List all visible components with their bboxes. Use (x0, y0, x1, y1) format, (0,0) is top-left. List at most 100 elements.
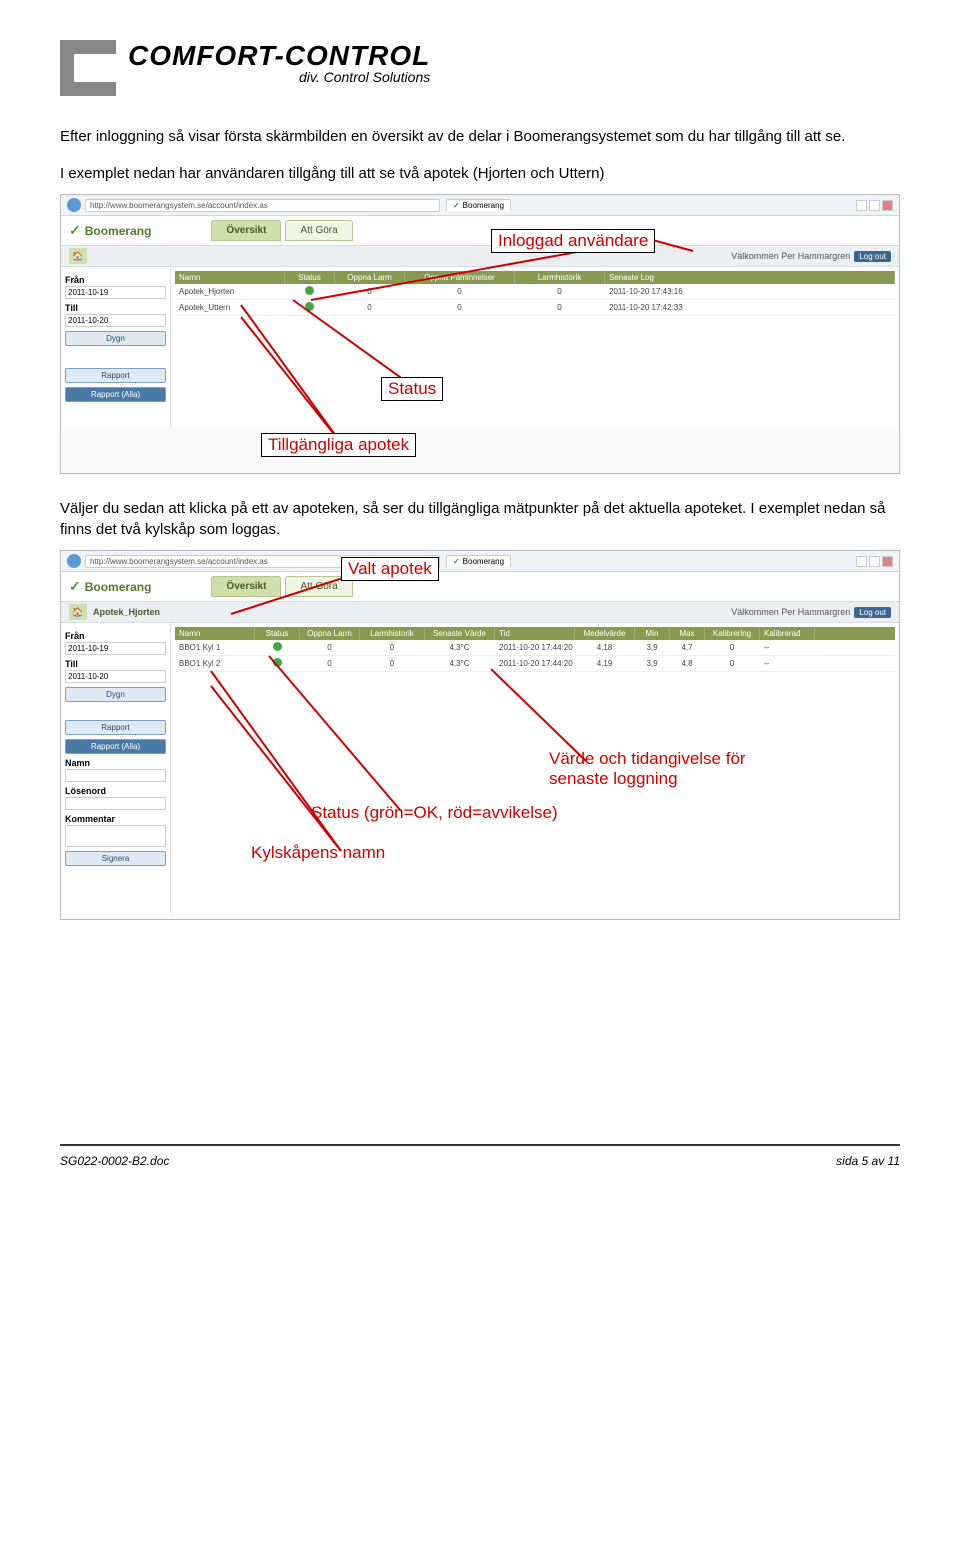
annotation-status: Status (381, 377, 443, 401)
logo-main: COMFORT-CONTROL (128, 40, 430, 72)
col-log: Senaste Log (605, 271, 895, 284)
col: Min (635, 627, 670, 640)
welcome-text: Välkommen Per Hammargren (731, 607, 850, 617)
label-fran: Från (65, 631, 166, 641)
address-bar[interactable]: http://www.boomerangsystem.se/account/in… (85, 199, 440, 212)
home-icon[interactable]: 🏠 (69, 604, 87, 620)
cell: 0 (515, 301, 605, 314)
cell: 3,9 (635, 641, 670, 654)
cell: 4,8 (670, 657, 705, 670)
back-icon[interactable] (67, 198, 81, 212)
cell: -- (760, 641, 815, 654)
cell: 0 (360, 641, 425, 654)
input-till[interactable]: 2011-10-20 (65, 670, 166, 683)
logout-button[interactable]: Log out (854, 251, 891, 262)
cell: 3,9 (635, 657, 670, 670)
label-till: Till (65, 303, 166, 313)
input-fran[interactable]: 2011-10-19 (65, 286, 166, 299)
button-rapportalla[interactable]: Rapport (Alla) (65, 739, 166, 754)
cell: 2011-10-20 17:44:20 (495, 641, 575, 654)
label-fran: Från (65, 275, 166, 285)
tab-oversikt[interactable]: Översikt (211, 220, 281, 241)
col: Oppna Larm (300, 627, 360, 640)
cell: 2011-10-20 17:42:33 (605, 301, 895, 314)
status-dot-icon (305, 286, 314, 295)
label-namn: Namn (65, 758, 166, 768)
input-till[interactable]: 2011-10-20 (65, 314, 166, 327)
table-row[interactable]: Apotek_Uttern 0 0 0 2011-10-20 17:42:33 (175, 300, 895, 316)
cell: 0 (705, 641, 760, 654)
screenshot-2: http://www.boomerangsystem.se/account/in… (60, 550, 900, 920)
button-rapportalla[interactable]: Rapport (Alla) (65, 387, 166, 402)
window-controls[interactable] (856, 556, 893, 567)
cell: 4,3°C (425, 641, 495, 654)
input-fran[interactable]: 2011-10-19 (65, 642, 166, 655)
check-icon: ✓ (69, 578, 81, 595)
cell: 4,7 (670, 641, 705, 654)
sidebar: Från 2011-10-19 Till 2011-10-20 Dygn Rap… (61, 267, 171, 427)
annotation-varde: Värde och tidangivelse för senaste loggn… (549, 749, 746, 788)
sidebar: Från 2011-10-19 Till 2011-10-20 Dygn Rap… (61, 623, 171, 913)
col-status: Status (285, 271, 335, 284)
button-rapport[interactable]: Rapport (65, 368, 166, 383)
cell: 2011-10-20 17:43:16 (605, 285, 895, 298)
annotation-status2: Status (grön=OK, röd=avvikelse) (311, 803, 558, 822)
check-icon: ✓ (69, 222, 81, 239)
input-namn[interactable] (65, 769, 166, 782)
check-icon: ✓ (453, 201, 460, 210)
table-row[interactable]: Apotek_Hjorten 0 0 0 2011-10-20 17:43:16 (175, 284, 895, 300)
col: Senaste Värde (425, 627, 495, 640)
cell: BBO1 Kyl 2 (175, 657, 255, 670)
col: Kalibrerad (760, 627, 815, 640)
logo-mark (60, 40, 116, 96)
cell: BBO1 Kyl 1 (175, 641, 255, 654)
col: Tid (495, 627, 575, 640)
annotation-apotek: Tillgängliga apotek (261, 433, 416, 457)
cell: 0 (300, 641, 360, 654)
col: Status (255, 627, 300, 640)
browser-tab[interactable]: ✓Boomerang (446, 199, 511, 211)
screenshot-1: http://www.boomerangsystem.se/account/in… (60, 194, 900, 474)
status-dot-icon (305, 302, 314, 311)
grid-1: Namn Status Oppna Larm Oppna Påminnelser… (171, 267, 899, 427)
cell: 0 (515, 285, 605, 298)
browser-toolbar: http://www.boomerangsystem.se/account/in… (61, 195, 899, 216)
brand-logo: COMFORT-CONTROL div. Control Solutions (60, 40, 900, 96)
logout-button[interactable]: Log out (854, 607, 891, 618)
col-pamin: Oppna Påminnelser (405, 271, 515, 284)
back-icon[interactable] (67, 554, 81, 568)
button-rapport[interactable]: Rapport (65, 720, 166, 735)
window-controls[interactable] (856, 200, 893, 211)
label-komm: Kommentar (65, 814, 166, 824)
breadcrumb[interactable]: Apotek_Hjorten (93, 607, 160, 617)
button-signera[interactable]: Signera (65, 851, 166, 866)
col-namn: Namn (175, 271, 285, 284)
cell: 0 (335, 285, 405, 298)
cell: -- (760, 657, 815, 670)
col: Max (670, 627, 705, 640)
browser-toolbar: http://www.boomerangsystem.se/account/in… (61, 551, 899, 572)
button-dygn[interactable]: Dygn (65, 331, 166, 346)
paragraph-1: Efter inloggning så visar första skärmbi… (60, 126, 900, 147)
doc-id: SG022-0002-B2.doc (60, 1154, 169, 1168)
tab-label: Boomerang (463, 557, 504, 566)
home-icon[interactable]: 🏠 (69, 248, 87, 264)
cell: 4,19 (575, 657, 635, 670)
col-hist: Larmhistorik (515, 271, 605, 284)
table-row[interactable]: BBO1 Kyl 1 0 0 4,3°C 2011-10-20 17:44:20… (175, 640, 895, 656)
check-icon: ✓ (453, 557, 460, 566)
cell: 2011-10-20 17:44:20 (495, 657, 575, 670)
tab-attgora[interactable]: Att Göra (285, 220, 352, 241)
input-komm[interactable] (65, 825, 166, 847)
cell: 4,3°C (425, 657, 495, 670)
button-dygn[interactable]: Dygn (65, 687, 166, 702)
footer: SG022-0002-B2.doc sida 5 av 11 (60, 1144, 900, 1168)
tab-oversikt[interactable]: Översikt (211, 576, 281, 597)
table-row[interactable]: BBO1 Kyl 2 0 0 4,3°C 2011-10-20 17:44:20… (175, 656, 895, 672)
welcome-text: Välkommen Per Hammargren (731, 251, 850, 261)
app-logo: ✓Boomerang (69, 222, 151, 239)
cell-name: Apotek_Hjorten (175, 285, 285, 298)
browser-tab[interactable]: ✓Boomerang (446, 555, 511, 567)
input-losen[interactable] (65, 797, 166, 810)
annotation-inloggad: Inloggad användare (491, 229, 655, 253)
